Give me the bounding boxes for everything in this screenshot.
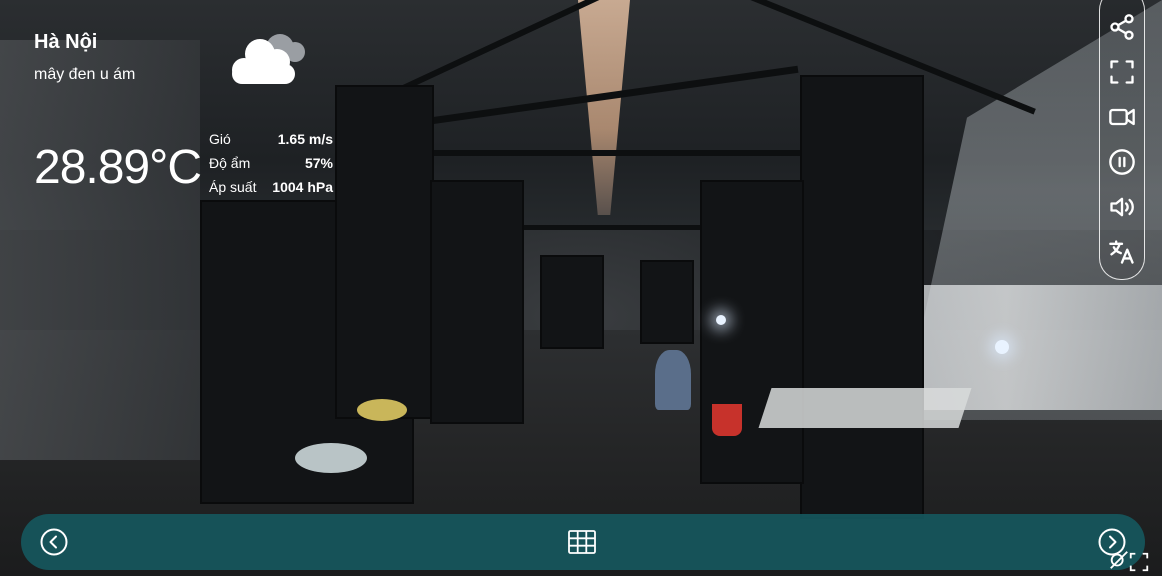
stat-label: Gió xyxy=(209,131,231,147)
stat-label: Áp suất xyxy=(209,179,257,195)
loom-machine xyxy=(540,255,604,349)
weather-description: mây đen u ám xyxy=(34,66,136,83)
cloud-icon xyxy=(232,34,305,84)
stat-value: 57% xyxy=(304,155,333,171)
video-camera-icon xyxy=(1109,108,1135,126)
basin xyxy=(357,399,407,421)
worker xyxy=(655,350,691,410)
roof-beam xyxy=(430,150,810,156)
previous-button[interactable] xyxy=(39,527,69,557)
weather-widget: Hà Nội mây đen u ám 28.89°C Gió 1.65 m/s… xyxy=(0,0,340,200)
video-button[interactable] xyxy=(1106,101,1138,133)
chevron-left-icon xyxy=(40,528,68,556)
lamp xyxy=(716,315,726,325)
temperature: 28.89°C xyxy=(34,141,202,194)
basin xyxy=(295,443,367,473)
loom-machine xyxy=(640,260,694,344)
right-toolbar xyxy=(1099,0,1145,280)
white-bench xyxy=(758,388,972,428)
grid-icon xyxy=(568,530,596,554)
loom-machine xyxy=(700,180,804,484)
loom-machine xyxy=(800,75,924,519)
corner-controls xyxy=(1108,549,1152,573)
weather-stats: Gió 1.65 m/s Độ ẩm 57% Áp suất 1004 hPa xyxy=(209,129,333,201)
bottom-nav-bar xyxy=(21,514,1145,570)
fullscreen-button[interactable] xyxy=(1106,56,1138,88)
scene-list-button[interactable] xyxy=(567,527,597,557)
fullscreen-icon xyxy=(1110,60,1134,84)
translate-button[interactable] xyxy=(1106,236,1138,268)
share-button[interactable] xyxy=(1106,11,1138,43)
loom-machine xyxy=(335,85,434,419)
volume-button[interactable] xyxy=(1106,191,1138,223)
translate-icon xyxy=(1109,240,1134,264)
humidity-row: Độ ẩm 57% xyxy=(209,153,333,177)
red-bucket xyxy=(712,404,742,436)
lamp xyxy=(995,340,1009,354)
stat-label: Độ ẩm xyxy=(209,155,251,171)
stat-value: 1.65 m/s xyxy=(277,131,333,147)
vr-mode-icon[interactable] xyxy=(1128,551,1150,573)
stat-value: 1004 hPa xyxy=(272,179,333,195)
pause-icon xyxy=(1109,149,1135,175)
wind-row: Gió 1.65 m/s xyxy=(209,129,333,153)
pause-button[interactable] xyxy=(1106,146,1138,178)
loom-machine xyxy=(430,180,524,424)
city-name: Hà Nội xyxy=(34,31,98,53)
gyroscope-icon[interactable] xyxy=(1108,549,1130,571)
volume-icon xyxy=(1110,197,1134,217)
pressure-row: Áp suất 1004 hPa xyxy=(209,177,333,201)
share-icon xyxy=(1110,14,1134,40)
